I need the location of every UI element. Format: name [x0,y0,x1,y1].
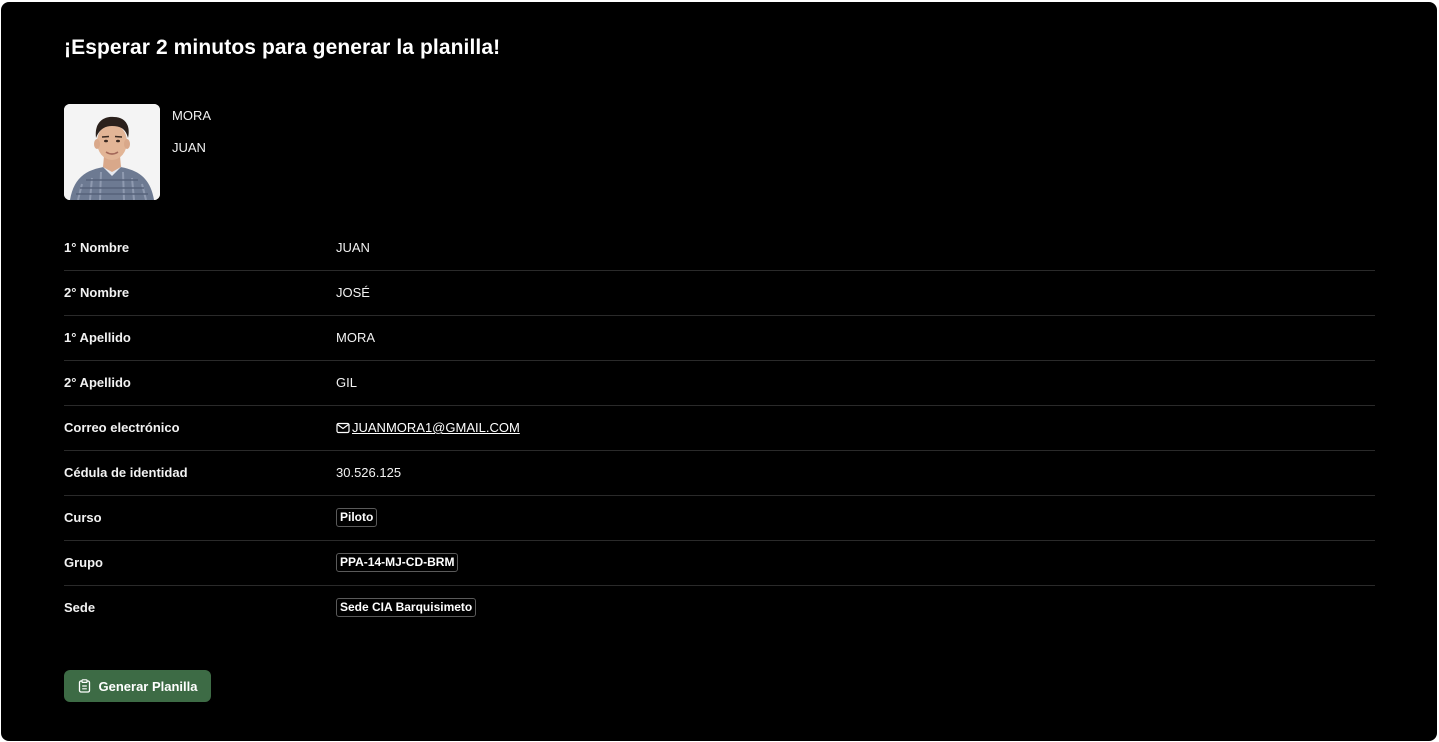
info-list: 1° Nombre JUAN 2° Nombre JOSÉ 1° Apellid… [64,226,1375,631]
row-course: Curso Piloto [64,496,1375,541]
profile-given-name: JUAN [172,140,206,155]
mail-icon [336,421,350,435]
group-value: PPA-14-MJ-CD-BRM [336,553,459,572]
row-first-name: 1° Nombre JUAN [64,226,1375,271]
row-second-surname: 2° Apellido GIL [64,361,1375,406]
email-label: Correo electrónico [64,420,180,435]
first-name-label: 1° Nombre [64,240,130,255]
first-name-value: JUAN [336,240,370,255]
generate-planilla-label: Generar Planilla [98,678,198,694]
campus-badge: Sede CIA Barquisimeto [336,598,477,617]
row-group: Grupo PPA-14-MJ-CD-BRM [64,541,1375,586]
group-badge: PPA-14-MJ-CD-BRM [336,553,459,572]
email-link[interactable]: JUANMORA1@GMAIL.COM [352,420,520,435]
row-first-surname: 1° Apellido MORA [64,316,1375,361]
clipboard-icon [78,679,91,693]
email-value: JUANMORA1@GMAIL.COM [336,420,520,435]
second-name-label: 2° Nombre [64,285,130,300]
second-name-value: JOSÉ [336,285,370,300]
avatar-photo [64,104,160,200]
first-surname-label: 1° Apellido [64,330,131,345]
campus-value: Sede CIA Barquisimeto [336,598,477,617]
row-email: Correo electrónico JUANMORA1@GMAIL.COM [64,406,1375,451]
id-card-value: 30.526.125 [336,465,402,480]
avatar [64,104,160,200]
page-title: ¡Esperar 2 minutos para generar la plani… [64,36,501,59]
form-card: ¡Esperar 2 minutos para generar la plani… [1,2,1437,741]
campus-label: Sede [64,600,96,615]
course-badge: Piloto [336,508,378,527]
group-label: Grupo [64,555,103,570]
row-second-name: 2° Nombre JOSÉ [64,271,1375,316]
first-surname-value: MORA [336,330,375,345]
generate-planilla-button[interactable]: Generar Planilla [64,670,211,702]
row-id-card: Cédula de identidad 30.526.125 [64,451,1375,496]
second-surname-label: 2° Apellido [64,375,131,390]
course-label: Curso [64,510,102,525]
row-campus: Sede Sede CIA Barquisimeto [64,586,1375,631]
id-card-label: Cédula de identidad [64,465,188,480]
course-value: Piloto [336,508,378,527]
profile-surname: MORA [172,108,211,123]
profile-names: MORA JUAN [172,108,372,172]
second-surname-value: GIL [336,375,357,390]
